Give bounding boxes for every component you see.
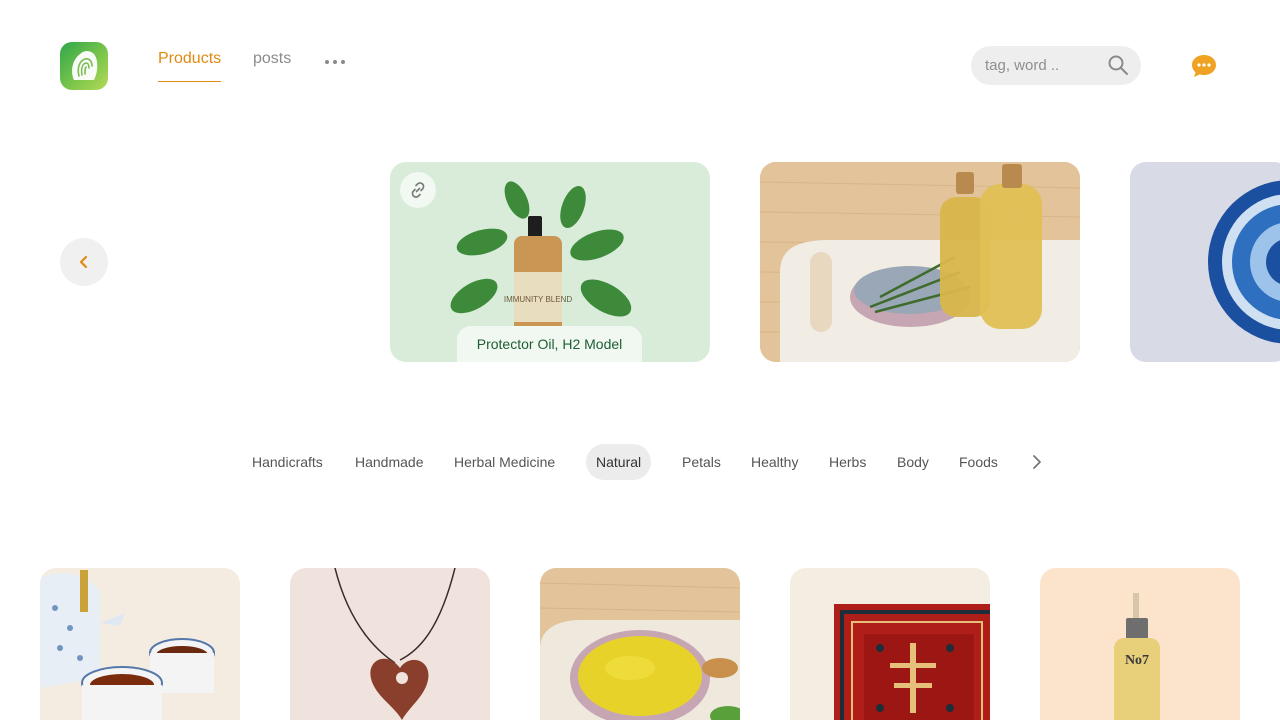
product-image-ceramic-plate — [1208, 180, 1280, 344]
chat-icon[interactable] — [1190, 53, 1218, 79]
tag-healthy[interactable]: Healthy — [751, 444, 798, 480]
search-bar — [971, 46, 1141, 85]
copy-link-button[interactable] — [400, 172, 436, 208]
product-image-oil-bowl — [540, 582, 740, 720]
product-image-heart-necklace — [334, 568, 456, 720]
bottle-label: IMMUNITY BLEND — [504, 295, 573, 304]
tag-natural[interactable]: Natural — [586, 444, 652, 480]
tag-handmade[interactable]: Handmade — [355, 444, 424, 480]
carousel-card[interactable] — [760, 162, 1080, 362]
product-image-persian-rug — [834, 604, 990, 720]
tab-posts[interactable]: posts — [253, 50, 291, 82]
more-options-icon[interactable] — [324, 52, 346, 70]
product-image-serum-bottle: No7 — [1114, 593, 1160, 720]
featured-product-card[interactable]: IMMUNITY BLEND Protector Oil, H2 Model — [390, 162, 710, 362]
featured-product-title: Protector Oil, H2 Model — [457, 326, 642, 362]
tag-foods[interactable]: Foods — [959, 444, 998, 480]
product-card[interactable] — [790, 568, 990, 720]
carousel-card[interactable] — [1130, 162, 1280, 362]
tag-herbs[interactable]: Herbs — [829, 444, 866, 480]
product-image-herbal-oil — [760, 162, 1080, 362]
tag-handicrafts[interactable]: Handicrafts — [252, 444, 323, 480]
carousel-prev-button[interactable] — [60, 238, 108, 286]
product-card[interactable] — [290, 568, 490, 720]
product-card[interactable] — [40, 568, 240, 720]
product-image-tea-set — [40, 570, 215, 720]
product-card[interactable] — [540, 568, 740, 720]
tab-products[interactable]: Products — [158, 50, 222, 82]
app-logo[interactable] — [60, 42, 108, 90]
product-card[interactable]: No7 — [1040, 568, 1240, 720]
tag-petals[interactable]: Petals — [682, 444, 721, 480]
link-icon — [411, 182, 425, 198]
search-input[interactable] — [985, 55, 1105, 75]
bottle-brand-label: No7 — [1125, 653, 1149, 668]
chevron-left-icon — [79, 255, 88, 269]
tag-herbal-medicine[interactable]: Herbal Medicine — [454, 444, 555, 480]
tag-body[interactable]: Body — [897, 444, 929, 480]
chevron-right-icon[interactable] — [1027, 452, 1047, 472]
search-icon[interactable] — [1107, 54, 1129, 76]
